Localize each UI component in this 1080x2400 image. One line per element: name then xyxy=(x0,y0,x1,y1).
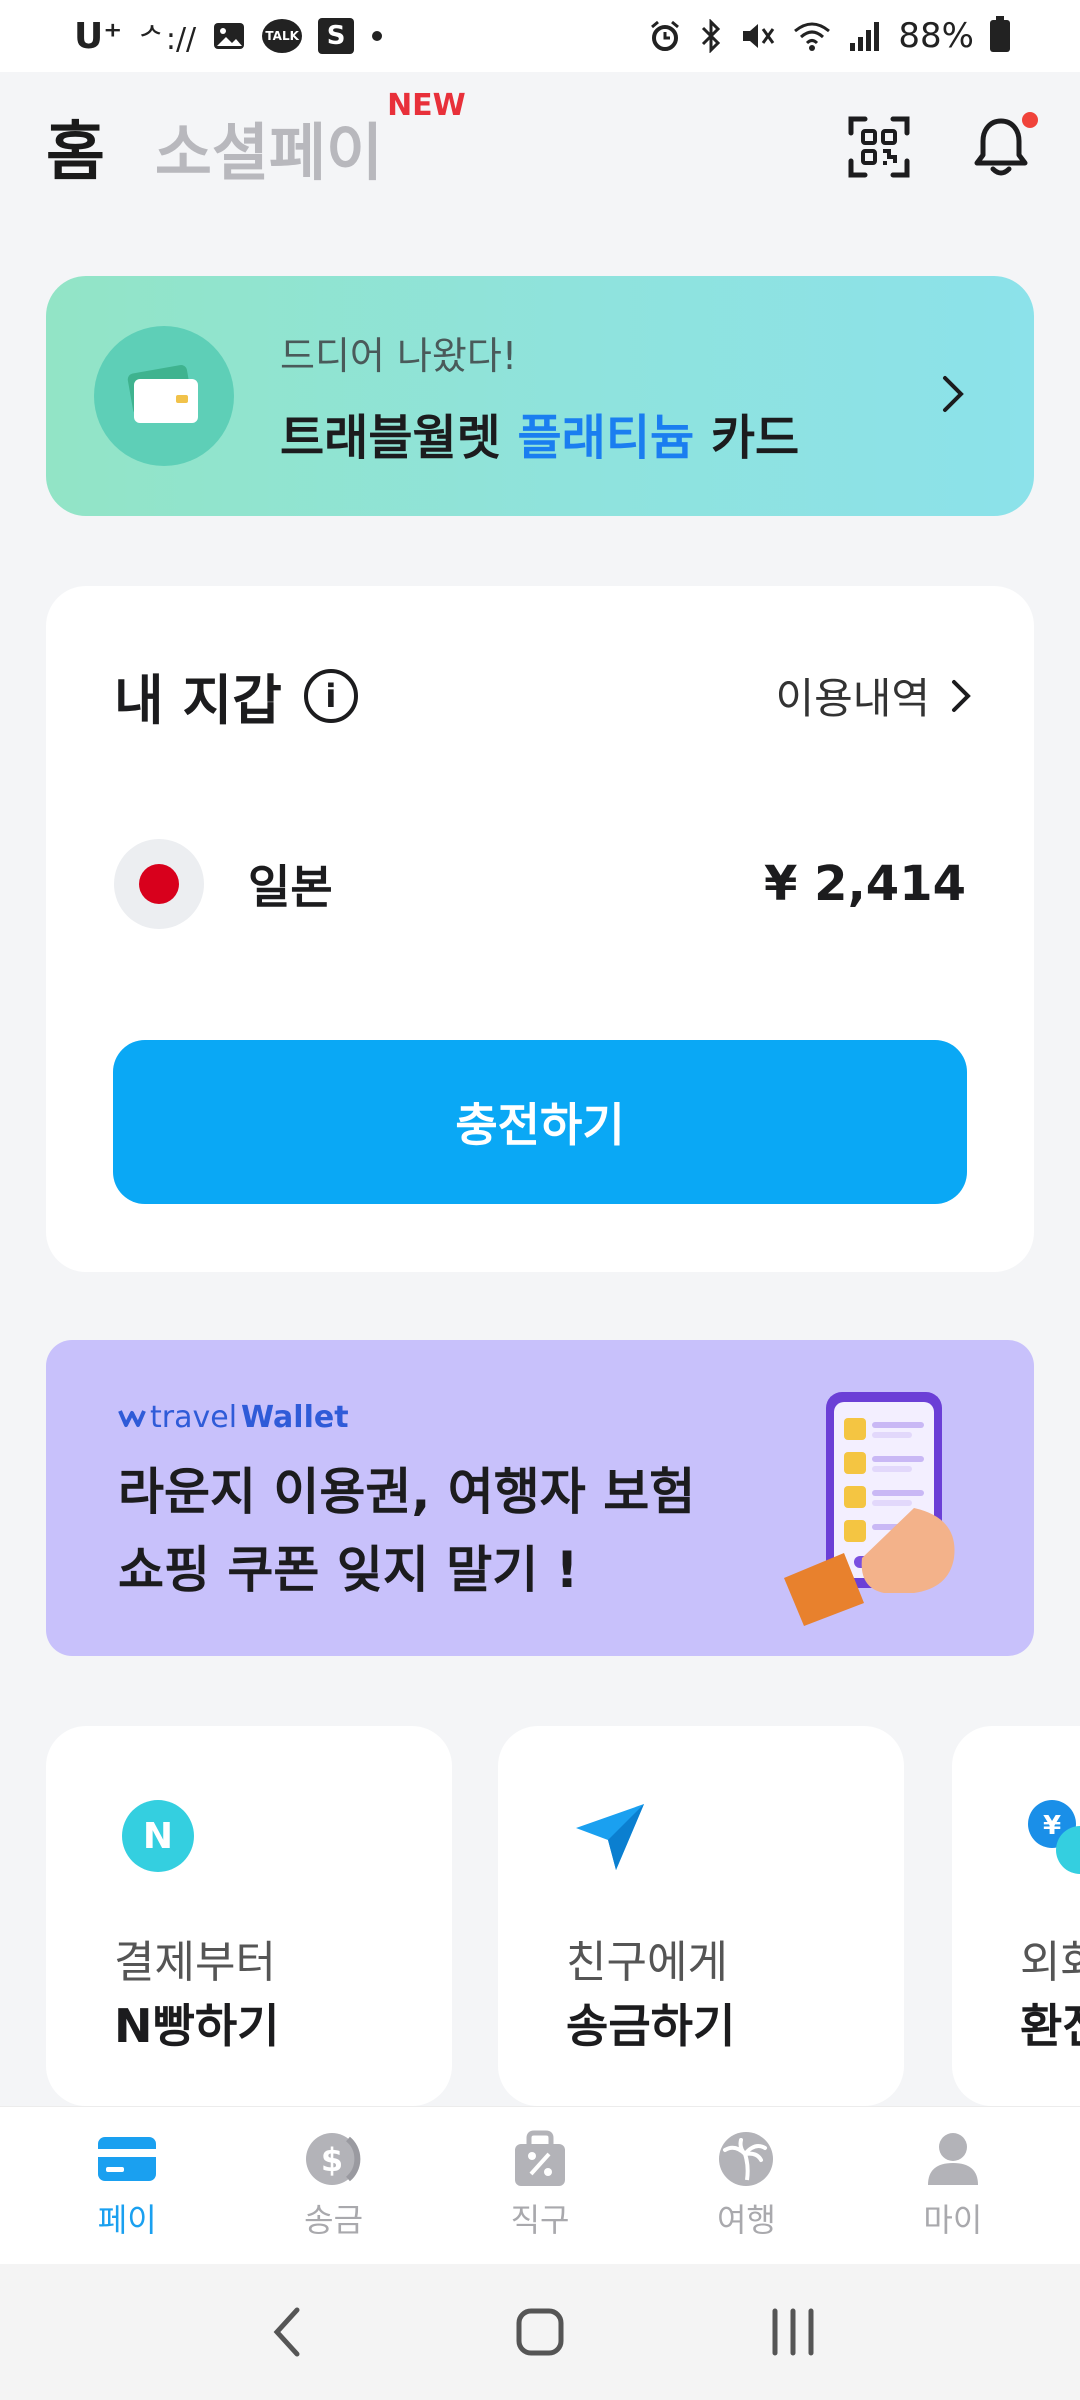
w-logo-icon xyxy=(118,1409,146,1427)
status-bar: U⁺ ᄼ:// TALK S 88% xyxy=(0,0,1080,72)
send-plane-icon xyxy=(576,1804,644,1870)
palm-tree-icon xyxy=(715,2131,777,2187)
tab-home[interactable]: 홈 xyxy=(46,101,105,193)
banner-line-2: 쇼핑 쿠폰 잊지 말기 ! xyxy=(118,1541,579,1599)
person-icon xyxy=(922,2131,984,2187)
shopping-bag-percent-icon xyxy=(509,2130,571,2187)
feature-carousel[interactable]: N 결제부터 N빵하기 친구에게 송금하기 ¥ 외화 환전 xyxy=(0,1726,1080,2106)
app-screen: U⁺ ᄼ:// TALK S 88% 홈 소셜페이 NEW 드디어 나왔다! 트… xyxy=(0,0,1080,2400)
feature-line1: 친구에게 xyxy=(566,1937,728,1988)
promo-title-part2: 카드 xyxy=(694,409,800,466)
nav-item-my[interactable]: 마이 xyxy=(850,2107,1056,2264)
tab-social-pay[interactable]: 소셜페이 NEW xyxy=(154,88,466,192)
card-icon-circle xyxy=(94,326,234,466)
tab-social-pay-label: 소셜페이 xyxy=(154,116,384,189)
gallery-icon xyxy=(212,19,246,53)
flag-sun xyxy=(139,864,179,904)
country-name: 일본 xyxy=(248,860,333,914)
travel-wallet-logo: travel Wallet xyxy=(118,1400,349,1435)
mute-icon xyxy=(740,19,776,53)
status-right: 88% xyxy=(648,16,1010,56)
system-nav-bar xyxy=(0,2264,1080,2400)
notification-dot xyxy=(1022,112,1038,128)
feature-line1: 외화 xyxy=(1020,1937,1080,1988)
home-icon[interactable] xyxy=(500,2292,580,2372)
chevron-right-icon xyxy=(940,374,966,418)
travel-wallet-benefits-banner[interactable]: travel Wallet 라운지 이용권, 여행자 보험 쇼핑 쿠폰 잊지 말… xyxy=(46,1340,1034,1656)
status-left: U⁺ ᄼ:// TALK S xyxy=(74,14,384,58)
promo-title: 트래블월렛 플래티늄 카드 xyxy=(280,398,799,468)
currency-exchange-glyph: ¥ xyxy=(1043,1811,1061,1841)
feature-line2: N빵하기 xyxy=(114,1999,280,2053)
platinum-card-banner[interactable]: 드디어 나왔다! 트래블월렛 플래티늄 카드 xyxy=(46,276,1034,516)
header-actions xyxy=(846,112,1038,180)
nav-label: 송금 xyxy=(304,2200,364,2239)
nav-label: 직구 xyxy=(510,2200,570,2239)
cell-signal-icon xyxy=(848,19,882,53)
phone-checklist-illustration-icon xyxy=(784,1392,955,1626)
dollar-coin-icon: $ xyxy=(303,2131,365,2187)
my-wallet-card: 내 지갑 i 이용내역 일본 ¥ 2,414 충전하기 xyxy=(46,586,1034,1272)
currency-exchange-icon: ¥ xyxy=(1028,1800,1080,1874)
feature-card-exchange[interactable]: ¥ 외화 환전 xyxy=(952,1726,1080,2106)
nav-item-pay[interactable]: 페이 xyxy=(24,2107,230,2264)
bluetooth-icon xyxy=(698,19,724,53)
info-icon[interactable]: i xyxy=(303,668,358,723)
japan-flag-icon xyxy=(114,839,204,929)
dot-icon xyxy=(370,29,384,43)
promo-title-part1: 트래블월렛 xyxy=(280,409,518,466)
promo-title-highlight: 플래티늄 xyxy=(517,409,695,466)
usage-history-label: 이용내역 xyxy=(775,674,930,723)
logo-bold: Wallet xyxy=(241,1400,349,1435)
wallet-header: 내 지갑 i 이용내역 xyxy=(114,656,974,735)
back-icon[interactable] xyxy=(247,2292,327,2372)
usage-history-link[interactable]: 이용내역 xyxy=(775,665,974,726)
balance-amount: ¥ 2,414 xyxy=(764,856,966,912)
nav-item-travel[interactable]: 여행 xyxy=(643,2107,849,2264)
wallet-title: 내 지갑 xyxy=(114,669,282,732)
signal-text: ᄼ:// xyxy=(138,22,197,57)
logo-prefix: travel xyxy=(150,1400,238,1435)
banner-line-1: 라운지 이용권, 여행자 보험 xyxy=(118,1463,696,1521)
top-header: 홈 소셜페이 NEW xyxy=(0,72,1080,222)
wallet-card-icon xyxy=(127,365,198,423)
wifi-icon xyxy=(792,19,832,53)
svg-text:$: $ xyxy=(320,2141,342,2179)
promo-text: 드디어 나왔다! 트래블월렛 플래티늄 카드 xyxy=(280,325,799,468)
alarm-icon xyxy=(648,19,682,53)
currency-symbol: ¥ xyxy=(764,856,798,912)
kakaotalk-icon: TALK xyxy=(262,19,303,53)
feature-card-split-pay[interactable]: N 결제부터 N빵하기 xyxy=(46,1726,452,2106)
promo-subtitle: 드디어 나왔다! xyxy=(280,333,518,378)
feature-line2: 환전 xyxy=(1020,1999,1080,2053)
nav-item-remit[interactable]: $ 송금 xyxy=(230,2107,436,2264)
nav-label: 페이 xyxy=(97,2200,157,2239)
new-badge: NEW xyxy=(387,88,466,123)
chevron-right-icon xyxy=(952,679,971,712)
n-badge-icon: N xyxy=(122,1800,194,1872)
s-app-icon: S xyxy=(318,18,355,54)
n-badge-letter: N xyxy=(143,1816,173,1857)
currency-row-japan[interactable]: 일본 ¥ 2,414 xyxy=(114,838,966,930)
recents-icon[interactable] xyxy=(753,2292,833,2372)
balance-value: 2,414 xyxy=(814,856,966,912)
nav-label: 마이 xyxy=(923,2200,983,2239)
battery-percent: 88% xyxy=(898,16,974,56)
bottom-nav: 페이 $ 송금 직구 여행 마이 xyxy=(0,2106,1080,2264)
battery-icon xyxy=(990,16,1010,52)
feature-card-send-money[interactable]: 친구에게 송금하기 xyxy=(498,1726,904,2106)
qr-scan-icon[interactable] xyxy=(846,114,912,180)
bell-icon[interactable] xyxy=(968,112,1038,180)
charge-button[interactable]: 충전하기 xyxy=(113,1040,967,1204)
nav-item-direct-buy[interactable]: 직구 xyxy=(437,2107,643,2264)
feature-line1: 결제부터 xyxy=(114,1937,276,1988)
nav-label: 여행 xyxy=(716,2200,776,2239)
card-icon xyxy=(96,2131,158,2187)
carrier-label: U⁺ xyxy=(74,15,123,57)
feature-line2: 송금하기 xyxy=(566,1999,736,2053)
